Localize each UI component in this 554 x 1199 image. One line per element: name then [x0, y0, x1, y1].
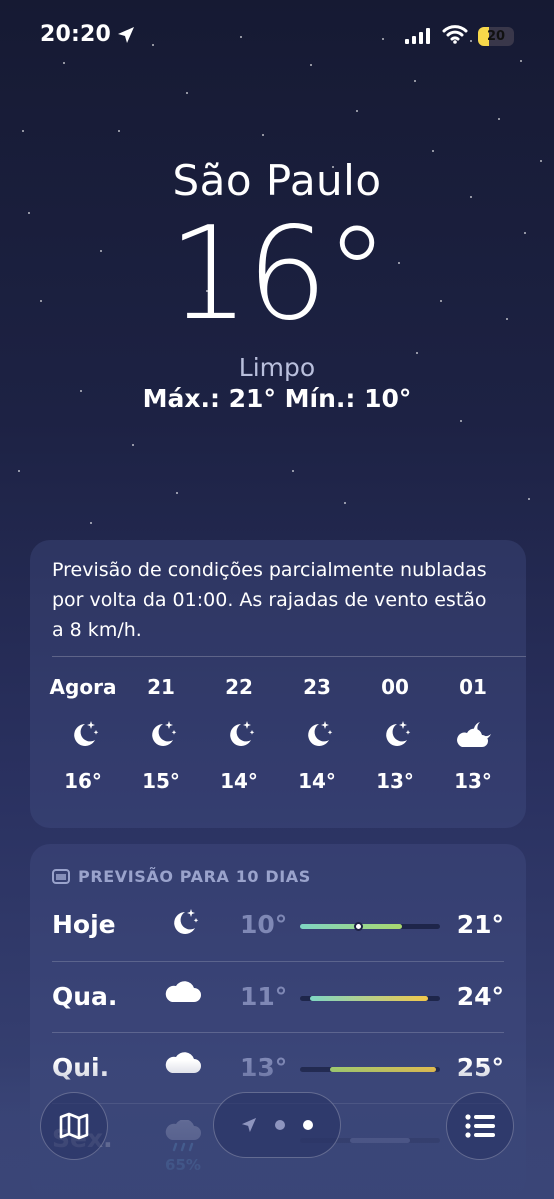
hourly-item: 23 14° — [278, 675, 356, 793]
location-arrow-icon — [241, 1117, 257, 1133]
cloud-rain-icon — [158, 1119, 208, 1158]
moon-stars-icon — [44, 709, 122, 761]
hourly-item: 00 13° — [356, 675, 434, 793]
cloud-icon — [158, 978, 208, 1008]
hourly-list: Agora 16° 21 15° 22 14° 23 14° 00 13° 01 13° — [30, 657, 526, 793]
hour-label: Agora — [49, 675, 117, 699]
map-icon — [59, 1112, 89, 1140]
temperature-range-bar — [300, 996, 440, 1001]
day-name: Hoje — [52, 910, 116, 939]
battery-icon: 20 — [478, 27, 514, 46]
forecast-summary: Previsão de condições parcialmente nubla… — [52, 559, 487, 641]
hour-temperature: 13° — [454, 769, 492, 793]
hour-label: 00 — [381, 675, 409, 699]
page-indicator[interactable] — [213, 1092, 341, 1158]
location-arrow-icon — [118, 27, 134, 43]
high-low-text: Máx.: 21° Mín.: 10° — [142, 384, 412, 413]
status-bar: 20:20 20 — [0, 0, 554, 74]
cloud-moon-icon — [434, 709, 512, 761]
map-button[interactable] — [40, 1092, 108, 1160]
hour-temperature: 16° — [64, 769, 102, 793]
ten-day-header: PREVISÃO PARA 10 DIAS — [30, 844, 526, 890]
hour-label: 01 — [459, 675, 487, 699]
moon-stars-icon — [356, 709, 434, 761]
hourly-item: 01 13° — [434, 675, 512, 793]
day-high-temperature: 24° — [456, 982, 504, 1011]
wifi-icon — [442, 25, 468, 44]
precipitation-chance: 65% — [165, 1156, 201, 1174]
day-row[interactable]: Hoje 10° 21° — [52, 890, 504, 961]
hour-temperature: 14° — [220, 769, 258, 793]
hourly-forecast-card[interactable]: Previsão de condições parcialmente nubla… — [30, 540, 526, 828]
cloud-icon — [158, 1049, 208, 1079]
day-name: Qua. — [52, 982, 118, 1011]
hour-temperature: 13° — [376, 769, 414, 793]
day-row[interactable]: Qua. 11° 24° — [52, 961, 504, 1032]
status-time: 20:20 — [40, 22, 112, 47]
moon-stars-icon — [200, 709, 278, 761]
temperature-range-fill — [310, 996, 428, 1001]
cellular-signal-icon — [405, 27, 430, 44]
day-low-temperature: 10° — [240, 910, 288, 939]
hourly-item: 22 14° — [200, 675, 278, 793]
calendar-icon — [52, 869, 70, 884]
hour-temperature: 15° — [142, 769, 180, 793]
hourly-item: Agora 16° — [44, 675, 122, 793]
hour-temperature: 14° — [298, 769, 336, 793]
hour-label: 22 — [225, 675, 253, 699]
temperature-range-bar — [300, 922, 440, 931]
hour-label: 21 — [147, 675, 175, 699]
locations-list-button[interactable] — [446, 1092, 514, 1160]
current-temperature: 16° — [168, 200, 389, 349]
temperature-range-fill — [330, 1067, 436, 1072]
current-temperature-marker — [354, 922, 363, 931]
hour-label: 23 — [303, 675, 331, 699]
hourly-item: 21 15° — [122, 675, 200, 793]
page-dot[interactable] — [275, 1120, 285, 1130]
day-name: Qui. — [52, 1053, 110, 1082]
temperature-range-fill — [350, 1138, 410, 1143]
battery-level: 20 — [486, 29, 506, 44]
day-high-temperature: 21° — [456, 910, 504, 939]
page-dot-active[interactable] — [303, 1120, 313, 1130]
current-weather: São Paulo 16° Limpo Máx.: 21° Mín.: 10° — [0, 156, 554, 413]
temperature-range-fill — [300, 924, 402, 929]
moon-stars-icon — [122, 709, 200, 761]
moon-stars-icon — [158, 906, 208, 944]
day-low-temperature: 11° — [240, 982, 288, 1011]
city-name: São Paulo — [172, 156, 382, 205]
day-high-temperature: 25° — [456, 1053, 504, 1082]
day-low-temperature: 13° — [240, 1053, 288, 1082]
temperature-range-bar — [300, 1067, 440, 1072]
moon-stars-icon — [278, 709, 356, 761]
ten-day-title: PREVISÃO PARA 10 DIAS — [78, 866, 311, 886]
list-icon — [465, 1114, 495, 1138]
condition-text: Limpo — [238, 353, 316, 382]
